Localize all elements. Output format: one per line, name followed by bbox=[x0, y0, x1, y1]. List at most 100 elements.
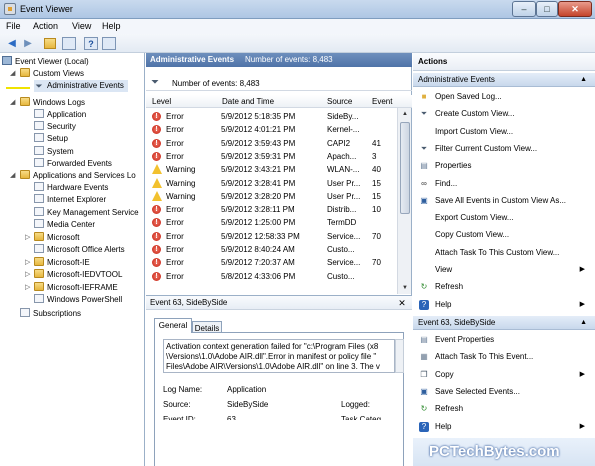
maximize-button[interactable]: □ bbox=[536, 1, 558, 17]
menu-view[interactable]: View bbox=[72, 21, 91, 31]
forward-icon[interactable]: ▶ bbox=[21, 37, 35, 50]
tree-item[interactable]: System bbox=[34, 146, 74, 158]
action-item[interactable]: ⏷ Filter Current Custom View... bbox=[413, 140, 595, 157]
event-list-scrollbar[interactable]: ▲ ▼ bbox=[397, 108, 411, 294]
action-item[interactable]: View ▶ bbox=[413, 261, 595, 278]
action-item[interactable]: ⏷ Create Custom View... bbox=[413, 105, 595, 122]
action-item[interactable]: ❐ Copy ▶ bbox=[413, 366, 595, 383]
table-row[interactable]: Warning 5/9/2012 3:28:41 PM User Pr... 15 bbox=[146, 177, 396, 190]
tree-windows-logs[interactable]: Windows Logs bbox=[20, 97, 85, 109]
tree-item[interactable]: Security bbox=[34, 121, 76, 133]
tree-item[interactable]: Windows PowerShell bbox=[34, 294, 122, 306]
action-item[interactable]: ? Help ▶ bbox=[413, 296, 595, 313]
action-item[interactable]: Export Custom View... bbox=[413, 209, 595, 226]
table-row[interactable]: ! Error 5/9/2012 3:59:31 PM Apach... 3 bbox=[146, 150, 396, 163]
menu-file[interactable]: File bbox=[6, 21, 21, 31]
scroll-down-icon[interactable]: ▼ bbox=[398, 282, 412, 294]
table-row[interactable]: ! Error 5/9/2012 3:28:11 PM Distrib... 10 bbox=[146, 203, 396, 216]
up-folder-icon[interactable] bbox=[44, 38, 56, 49]
show-hide-tree-icon[interactable] bbox=[62, 37, 76, 50]
menu-help[interactable]: Help bbox=[102, 21, 121, 31]
expand-arrow-icon[interactable]: ◢ bbox=[10, 69, 15, 77]
actions-section-event[interactable]: Event 63, SideBySide ▲ bbox=[413, 316, 595, 330]
table-row[interactable]: ! Error 5/9/2012 12:58:33 PM Service... 70 bbox=[146, 230, 396, 243]
col-date[interactable]: Date and Time bbox=[222, 97, 274, 106]
tree-item[interactable]: Hardware Events bbox=[34, 182, 108, 194]
date-cell: 5/9/2012 5:18:35 PM bbox=[221, 112, 296, 121]
tree-apps-services[interactable]: Applications and Services Lo bbox=[20, 170, 136, 182]
event-message[interactable]: Activation context generation failed for… bbox=[163, 339, 395, 373]
collapse-icon[interactable]: ▲ bbox=[580, 316, 587, 330]
tree-item[interactable]: Microsoft-IEFRAME bbox=[34, 282, 118, 294]
tree-item[interactable]: Microsoft bbox=[34, 232, 79, 244]
action-item[interactable]: ▣ Save Selected Events... bbox=[413, 383, 595, 400]
action-item[interactable]: Copy Custom View... bbox=[413, 226, 595, 243]
table-row[interactable]: ! Error 5/8/2012 4:33:06 PM Custo... bbox=[146, 270, 396, 283]
actions-section-admin[interactable]: Administrative Events ▲ bbox=[413, 73, 595, 87]
tree-item[interactable]: Key Management Service bbox=[34, 207, 139, 219]
action-item[interactable]: ▦ Attach Task To This Event... bbox=[413, 348, 595, 365]
action-item[interactable]: Import Custom View... bbox=[413, 123, 595, 140]
col-level[interactable]: Level bbox=[152, 97, 171, 106]
tree-item[interactable]: Microsoft Office Alerts bbox=[34, 244, 125, 256]
tree-item[interactable]: Application bbox=[34, 109, 86, 121]
action-item[interactable]: ▤ Properties bbox=[413, 157, 595, 174]
back-icon[interactable]: ◀ bbox=[5, 37, 19, 50]
show-hide-actions-icon[interactable] bbox=[102, 37, 116, 50]
collapse-icon[interactable]: ▲ bbox=[580, 73, 587, 87]
table-row[interactable]: ! Error 5/9/2012 5:18:35 PM SideBy... bbox=[146, 110, 396, 123]
table-row[interactable]: Warning 5/9/2012 3:28:20 PM User Pr... 15 bbox=[146, 190, 396, 203]
table-row[interactable]: ! Error 5/9/2012 1:25:00 PM TermDD bbox=[146, 216, 396, 229]
tree-root[interactable]: Event Viewer (Local) bbox=[2, 56, 89, 68]
collapse-arrow-icon[interactable]: ▷ bbox=[25, 283, 30, 291]
action-item-label: Event Properties bbox=[435, 335, 495, 344]
help-icon[interactable]: ? bbox=[84, 37, 98, 50]
center-header: Administrative Events Number of events: … bbox=[146, 53, 412, 67]
menu-action[interactable]: Action bbox=[33, 21, 58, 31]
collapse-arrow-icon[interactable]: ▷ bbox=[25, 233, 30, 241]
action-item[interactable]: Attach Task To This Custom View... bbox=[413, 244, 595, 261]
table-row[interactable]: ! Error 5/9/2012 8:40:24 AM Custo... bbox=[146, 243, 396, 256]
table-row[interactable]: Warning 5/9/2012 3:43:21 PM WLAN-... 40 bbox=[146, 163, 396, 176]
tab-general[interactable]: General bbox=[154, 318, 192, 333]
scroll-thumb[interactable] bbox=[400, 122, 410, 214]
table-row[interactable]: ! Error 5/9/2012 3:59:43 PM CAPI2 41 bbox=[146, 137, 396, 150]
tree-item[interactable]: Setup bbox=[34, 133, 68, 145]
tree-item[interactable]: Internet Explorer bbox=[34, 194, 106, 206]
action-item[interactable]: ? Help ▶ bbox=[413, 418, 595, 435]
tree-custom-views[interactable]: Custom Views bbox=[20, 68, 84, 80]
tree-subscriptions[interactable]: Subscriptions bbox=[20, 308, 81, 320]
scroll-up-icon[interactable]: ▲ bbox=[398, 108, 412, 120]
action-item[interactable]: ↻ Refresh bbox=[413, 400, 595, 417]
source-value: SideBySide bbox=[227, 400, 269, 409]
col-event[interactable]: Event bbox=[372, 97, 392, 106]
col-source[interactable]: Source bbox=[327, 97, 352, 106]
source-cell: Service... bbox=[327, 231, 361, 241]
tree-item[interactable]: Forwarded Events bbox=[34, 158, 112, 170]
action-item[interactable]: ↻ Refresh bbox=[413, 278, 595, 295]
message-scrollbar[interactable] bbox=[395, 339, 404, 373]
table-row[interactable]: ! Error 5/9/2012 7:20:37 AM Service... 70 bbox=[146, 256, 396, 269]
expand-arrow-icon[interactable]: ◢ bbox=[10, 98, 15, 106]
expand-arrow-icon[interactable]: ◢ bbox=[10, 171, 15, 179]
tree-item[interactable]: Microsoft-IEDVTOOL bbox=[34, 269, 122, 281]
table-row[interactable]: ! Error 5/9/2012 4:01:21 PM Kernel-... bbox=[146, 123, 396, 136]
action-item[interactable]: ∞ Find... bbox=[413, 175, 595, 192]
collapse-arrow-icon[interactable]: ▷ bbox=[25, 258, 30, 266]
message-line: \Versions\1.0\Adobe AIR.dll".Error in ma… bbox=[166, 352, 377, 361]
action-item[interactable]: ▣ Save All Events in Custom View As... bbox=[413, 192, 595, 209]
source-label: Source: bbox=[163, 400, 191, 409]
refresh-icon: ↻ bbox=[420, 282, 428, 292]
tree-item[interactable]: Media Center bbox=[34, 219, 95, 231]
tree-admin-events[interactable]: ⏷ Administrative Events bbox=[34, 80, 128, 92]
action-item[interactable]: ▤ Event Properties bbox=[413, 331, 595, 348]
action-item[interactable]: ■ Open Saved Log... bbox=[413, 88, 595, 105]
close-button[interactable]: ✕ bbox=[558, 1, 592, 17]
filter-icon: ⏷ bbox=[420, 109, 428, 119]
minimize-button[interactable]: – bbox=[512, 1, 536, 17]
tree-item[interactable]: Microsoft-IE bbox=[34, 257, 90, 269]
close-icon[interactable]: ✕ bbox=[396, 297, 408, 309]
grid-header: Level Date and Time Source Event bbox=[146, 95, 412, 108]
level-cell: Error bbox=[166, 231, 184, 241]
collapse-arrow-icon[interactable]: ▷ bbox=[25, 270, 30, 278]
